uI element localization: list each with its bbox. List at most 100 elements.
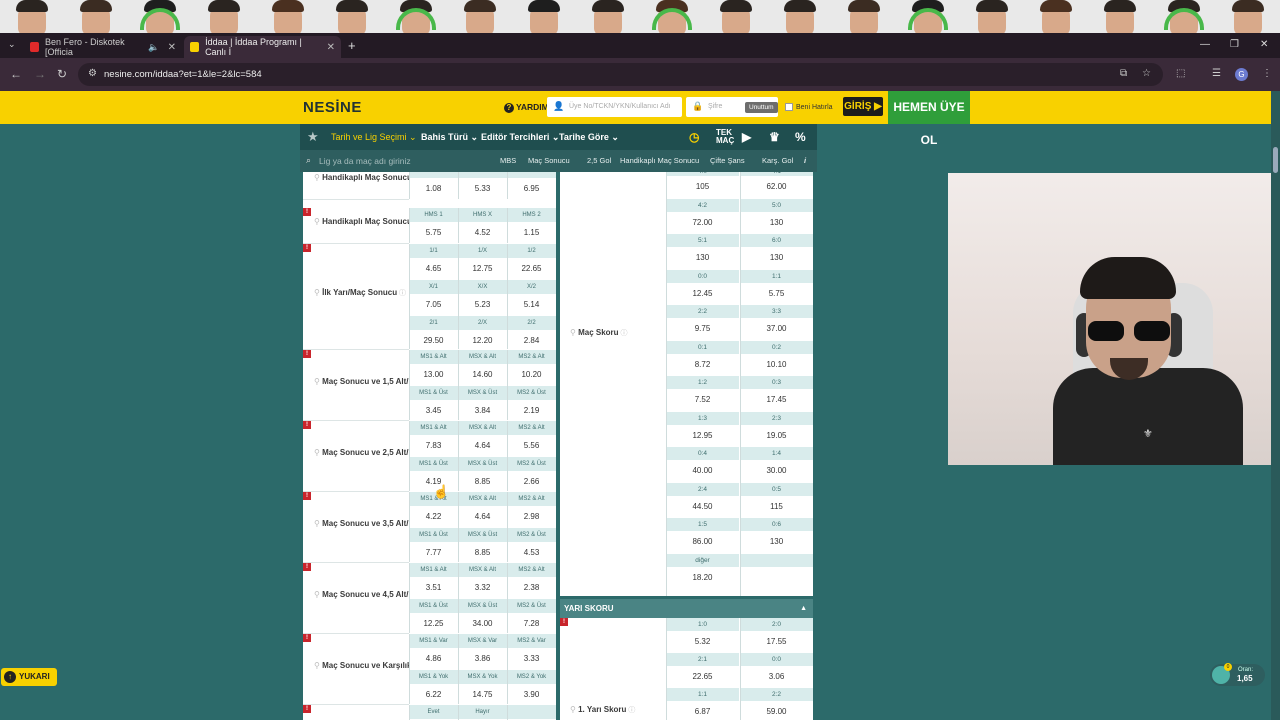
info-circle-icon[interactable]: ⓘ [619, 330, 628, 337]
odds-button[interactable]: 4.52 [458, 222, 507, 244]
odds-button[interactable]: 8.85 [458, 542, 507, 564]
odds-button[interactable]: 14.75 [458, 684, 507, 706]
install-app-icon[interactable]: ⧉ [1120, 68, 1127, 79]
odds-button[interactable]: 3.33 [507, 648, 556, 670]
url-text[interactable]: nesine.com/iddaa?et=1&le=2&lc=584 [104, 69, 262, 80]
col-handicap[interactable]: Handikaplı Maç Sonucu [620, 156, 699, 165]
percent-icon[interactable]: % [795, 130, 806, 144]
odds-button[interactable] [740, 566, 813, 589]
odds-button[interactable]: 59.00 [740, 701, 813, 720]
odds-button[interactable]: 4.53 [507, 542, 556, 564]
minimize-icon[interactable]: — [1200, 39, 1210, 50]
odds-button[interactable]: 130 [740, 247, 813, 269]
forward-icon[interactable]: → [34, 67, 46, 81]
odds-button[interactable]: 130 [740, 531, 813, 553]
odds-button[interactable]: 17.55 [740, 631, 813, 653]
odds-button[interactable]: 34.00 [458, 613, 507, 635]
profile-avatar[interactable]: G [1235, 68, 1248, 81]
collapse-caret-icon[interactable]: ▲ [800, 599, 807, 618]
extensions-icon[interactable]: ⬚ [1176, 68, 1185, 79]
odds-button[interactable]: 3.06 [740, 666, 813, 688]
page-scrollbar[interactable] [1271, 91, 1280, 720]
nav-by-date[interactable]: Tarihe Göre ⌄ [559, 132, 619, 143]
bookmark-star-icon[interactable]: ☆ [1142, 68, 1151, 79]
audio-icon[interactable]: 🔈 [148, 42, 159, 53]
odds-button[interactable]: 8.72 [666, 353, 739, 376]
close-window-icon[interactable]: ✕ [1260, 39, 1268, 50]
nav-date-league[interactable]: Tarih ve Lig Seçimi ⌄ [331, 132, 417, 143]
play-icon[interactable]: ▶ [742, 130, 751, 144]
odds-button[interactable]: 10.10 [740, 353, 813, 376]
odds-button[interactable]: 12.25 [409, 613, 458, 635]
odds-button[interactable]: 18.20 [666, 566, 739, 589]
pin-icon[interactable]: ⚲ [314, 448, 322, 457]
odds-button[interactable]: 5.33 [458, 178, 507, 200]
tab-youtube[interactable]: Ben Fero - Diskotek [Officia 🔈 ✕ [24, 36, 182, 58]
col-both-score[interactable]: Karş. Gol [762, 156, 793, 165]
odds-button[interactable]: 2.38 [507, 577, 556, 599]
reload-icon[interactable]: ↻ [57, 67, 67, 81]
odds-button[interactable]: 86.00 [666, 531, 739, 553]
odds-button[interactable]: 3.51 [409, 577, 458, 599]
nav-bet-type[interactable]: Bahis Türü ⌄ [421, 132, 478, 143]
forgot-password-button[interactable]: Unuttum [745, 102, 778, 113]
odds-button[interactable]: 5.14 [507, 294, 556, 316]
col-2-5-goals[interactable]: 2,5 Gol [587, 156, 611, 165]
odds-button[interactable]: 2.19 [507, 400, 556, 422]
odds-button[interactable]: 29.50 [409, 330, 458, 352]
odds-button[interactable]: 17.45 [740, 389, 813, 411]
nav-editor-choices[interactable]: Editör Tercihleri ⌄ [481, 132, 559, 143]
site-info-icon[interactable]: ⚙ [88, 68, 97, 79]
odds-button[interactable]: 3.86 [458, 648, 507, 670]
odds-button[interactable]: 14.60 [458, 364, 507, 386]
odds-button[interactable]: 12.45 [666, 282, 739, 305]
odds-button[interactable]: 44.50 [666, 495, 739, 518]
odds-button[interactable]: 7.28 [507, 613, 556, 635]
col-match-result[interactable]: Maç Sonucu [528, 156, 570, 165]
odds-button[interactable]: 115 [740, 495, 813, 518]
remember-me-checkbox[interactable]: Beni Hatırla [785, 103, 833, 111]
restore-icon[interactable]: ❐ [1230, 39, 1239, 50]
info-icon[interactable]: i [804, 156, 806, 165]
odds-button[interactable]: 30.00 [740, 460, 813, 482]
odds-button[interactable]: 22.65 [666, 666, 739, 688]
half-score-section-header[interactable]: YARI SKORU ▲ [560, 599, 813, 618]
pin-icon[interactable]: ⚲ [314, 661, 322, 670]
odds-button[interactable]: 19.05 [740, 424, 813, 447]
odds-button[interactable]: 1.15 [507, 222, 556, 244]
odds-button[interactable]: 7.05 [409, 294, 458, 316]
odds-button[interactable]: 5.75 [740, 282, 813, 305]
menu-dots-icon[interactable]: ⋮ [1262, 68, 1272, 79]
odds-button[interactable]: 4.86 [409, 648, 458, 670]
scroll-top-button[interactable]: ↑ YUKARI [1, 668, 57, 686]
odds-button[interactable]: 72.00 [666, 211, 739, 234]
username-field[interactable]: 👤 Üye No/TCKN/YKN/Kullanıcı Adı [547, 97, 682, 117]
reading-list-icon[interactable]: ☰ [1212, 68, 1221, 79]
info-circle-icon[interactable]: ⓘ [397, 290, 406, 297]
odds-button[interactable]: 3.45 [409, 400, 458, 422]
odds-button[interactable]: 4.64 [458, 435, 507, 457]
pin-icon[interactable]: ⚲ [314, 590, 322, 599]
odds-button[interactable]: 12.75 [458, 258, 507, 280]
odds-button[interactable]: 6.22 [409, 684, 458, 706]
pin-icon[interactable]: ⚲ [314, 377, 322, 386]
odds-button[interactable]: 10.20 [507, 364, 556, 386]
odds-button[interactable]: 5.56 [507, 435, 556, 457]
info-circle-icon[interactable]: ⓘ [626, 707, 635, 714]
odds-button[interactable]: 6.95 [507, 178, 556, 200]
pin-icon[interactable]: ⚲ [570, 705, 578, 714]
new-tab-icon[interactable]: + [348, 38, 356, 53]
odds-button[interactable]: 105 [666, 176, 739, 198]
odds-button[interactable]: 1.08 [409, 178, 458, 200]
tab-search-icon[interactable]: ⌄ [8, 39, 16, 50]
odds-button[interactable]: 5.23 [458, 294, 507, 316]
odds-button[interactable]: 62.00 [740, 176, 813, 198]
odds-button[interactable]: 12.95 [666, 424, 739, 447]
crown-icon[interactable]: ♛ [769, 130, 780, 144]
odds-button[interactable]: 4.65 [409, 258, 458, 280]
odds-button[interactable]: 130 [666, 247, 739, 269]
help-link[interactable]: ? YARDIM [504, 102, 549, 113]
odds-button[interactable]: 37.00 [740, 318, 813, 340]
single-match-icon[interactable]: TEK MAÇ [716, 129, 734, 145]
odds-button[interactable]: 2.84 [507, 330, 556, 352]
